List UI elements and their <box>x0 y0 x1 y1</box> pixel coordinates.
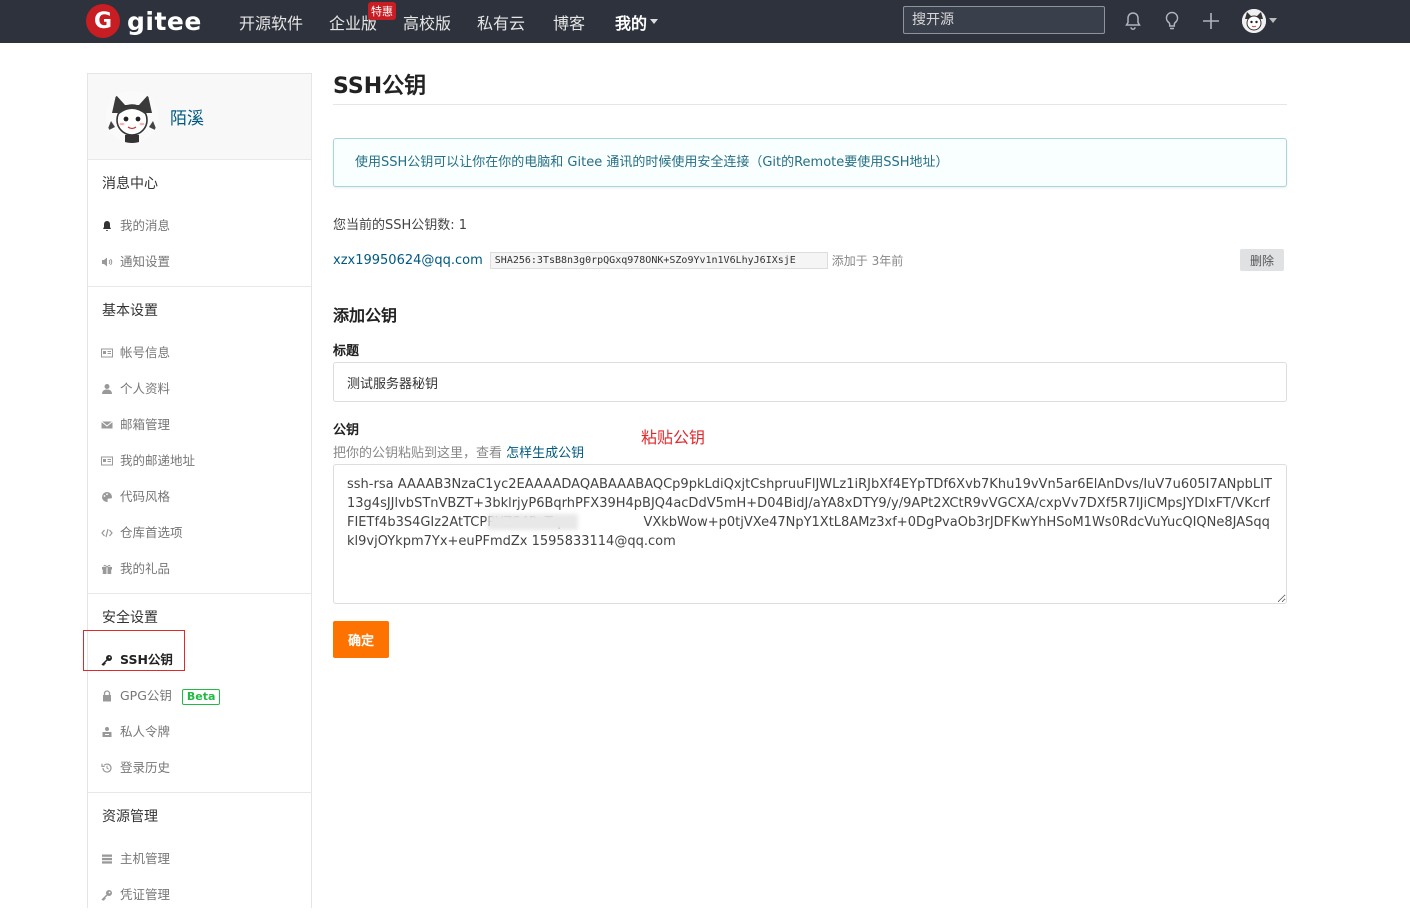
redacted-blur <box>488 514 578 530</box>
sidebar-item-label: 我的邮递地址 <box>120 453 196 468</box>
sidebar-item-gpg-keys[interactable]: GPG公钥 Beta <box>88 678 311 714</box>
sidebar-group-title: 基本设置 <box>102 303 158 319</box>
gift-icon <box>102 564 112 574</box>
sidebar-item-code-style[interactable]: 代码风格 <box>88 479 311 515</box>
sidebar-item-label: 我的消息 <box>120 218 171 233</box>
ssh-key-row: xzx19950624@qq.com SHA256:3TsB8n3g0rpQGx… <box>333 248 1287 272</box>
code-icon <box>101 528 113 538</box>
chevron-down-icon[interactable] <box>1269 18 1277 23</box>
plus-icon[interactable] <box>1200 10 1222 32</box>
profile-username[interactable]: 陌溪 <box>170 104 204 129</box>
search-input[interactable] <box>903 6 1105 34</box>
bell-icon <box>103 221 111 231</box>
nav-blog[interactable]: 博客 <box>553 0 585 43</box>
highlight-annotation-box <box>83 630 185 671</box>
submit-button[interactable]: 确定 <box>333 621 389 658</box>
sidebar-item-gifts[interactable]: 我的礼品 <box>88 551 311 587</box>
add-key-heading: 添加公钥 <box>333 306 398 325</box>
sidebar-item-label: 我的礼品 <box>120 561 171 576</box>
server-icon <box>102 854 112 864</box>
sidebar-item-email[interactable]: 邮箱管理 <box>88 407 311 443</box>
title-label: 标题 <box>333 344 360 359</box>
public-key-hint: 把你的公钥粘贴到这里，查看 怎样生成公钥 <box>333 442 584 461</box>
sidebar-group-messages: 消息中心 我的消息 通知设置 <box>88 160 311 287</box>
sidebar-item-label: 邮箱管理 <box>120 417 171 432</box>
logo-text: gitee <box>127 6 202 36</box>
paste-key-annotation: 粘贴公钥 <box>641 428 706 447</box>
history-icon <box>101 763 112 773</box>
logo-mark-icon: G <box>86 4 120 38</box>
lock-icon <box>103 690 111 702</box>
lightbulb-icon[interactable] <box>1161 10 1183 32</box>
sidebar-group-resources: 资源管理 主机管理 凭证管理 <box>88 793 311 919</box>
avatar-image <box>106 91 158 143</box>
ssh-key-title[interactable]: xzx19950624@qq.com <box>333 253 483 268</box>
bell-icon[interactable] <box>1122 10 1144 32</box>
sidebar-item-repo-preferences[interactable]: 仓库首选项 <box>88 515 311 551</box>
sidebar-item-label: 凭证管理 <box>120 887 171 902</box>
sidebar-item-label: 私人令牌 <box>120 724 171 739</box>
key-icon <box>101 890 112 901</box>
nav-private-cloud[interactable]: 私有云 <box>477 0 525 43</box>
public-key-textarea[interactable]: ssh-rsa AAAAB3NzaC1yc2EAAAADAQABAAABAQCp… <box>333 464 1287 604</box>
page-title: SSH公钥 <box>333 68 1287 105</box>
volume-icon <box>102 257 113 267</box>
top-navbar: G gitee 开源软件 企业版 特惠 高校版 私有云 博客 我的 <box>0 0 1410 43</box>
sidebar-item-profile[interactable]: 个人资料 <box>88 371 311 407</box>
settings-sidebar: 陌溪 消息中心 我的消息 通知设置 基本设置 帐号信息 个人资料 邮箱管理 我的… <box>87 73 312 908</box>
main-content: SSH公钥 使用SSH公钥可以让你在你的电脑和 Gitee 通讯的时候使用安全连… <box>333 68 1287 658</box>
sidebar-group-title: 资源管理 <box>102 809 158 825</box>
sidebar-item-host-management[interactable]: 主机管理 <box>88 841 311 877</box>
sidebar-item-label: 主机管理 <box>120 851 171 866</box>
palette-icon <box>102 492 112 502</box>
mail-icon <box>101 421 113 429</box>
sidebar-item-login-history[interactable]: 登录历史 <box>88 750 311 786</box>
sidebar-item-label: 代码风格 <box>120 489 171 504</box>
user-icon <box>102 384 112 394</box>
sidebar-item-label: GPG公钥 <box>120 688 172 703</box>
profile-card: 陌溪 <box>88 74 311 160</box>
nav-education[interactable]: 高校版 <box>403 0 451 43</box>
sidebar-item-label: 帐号信息 <box>120 345 171 360</box>
nav-mine-dropdown[interactable]: 我的 <box>615 0 659 43</box>
delete-key-button[interactable]: 删除 <box>1240 249 1284 271</box>
info-message: 使用SSH公钥可以让你在你的电脑和 Gitee 通讯的时候使用安全连接（Git的… <box>333 138 1287 187</box>
address-card-icon <box>101 456 113 466</box>
sidebar-item-my-messages[interactable]: 我的消息 <box>88 208 311 244</box>
id-card-icon <box>101 348 113 358</box>
sidebar-item-label: 个人资料 <box>120 381 171 396</box>
sidebar-group-security: 安全设置 SSH公钥 GPG公钥 Beta 私人令牌 登录历史 <box>88 594 311 793</box>
public-key-label: 公钥 <box>333 423 360 438</box>
sidebar-item-label: 通知设置 <box>120 254 171 269</box>
ssh-key-fingerprint: SHA256:3TsB8n3g0rpQGxq978ONK+SZo9Yv1n1V6… <box>489 251 828 269</box>
beta-badge: Beta <box>181 689 221 705</box>
promo-badge: 特惠 <box>368 2 396 20</box>
ssh-key-added-time: 添加于 3年前 <box>831 253 904 268</box>
ssh-key-count: 您当前的SSH公钥数: 1 <box>333 218 468 233</box>
nav-open-source[interactable]: 开源软件 <box>239 0 303 43</box>
chevron-down-icon <box>650 19 659 24</box>
nav-mine-label: 我的 <box>615 13 648 33</box>
sidebar-item-notification-settings[interactable]: 通知设置 <box>88 244 311 280</box>
sidebar-group-basic: 基本设置 帐号信息 个人资料 邮箱管理 我的邮递地址 代码风格 仓库首选项 我的… <box>88 287 311 594</box>
sidebar-item-private-tokens[interactable]: 私人令牌 <box>88 714 311 750</box>
hint-text: 把你的公钥粘贴到这里，查看 <box>333 446 507 461</box>
profile-avatar[interactable] <box>106 91 158 143</box>
sidebar-item-account[interactable]: 帐号信息 <box>88 335 311 371</box>
how-to-generate-key-link[interactable]: 怎样生成公钥 <box>506 446 584 461</box>
token-icon <box>102 727 112 737</box>
key-title-input[interactable] <box>333 362 1287 402</box>
avatar-image <box>1242 9 1266 33</box>
sidebar-item-label: 登录历史 <box>120 760 171 775</box>
sidebar-item-postal-address[interactable]: 我的邮递地址 <box>88 443 311 479</box>
gitee-logo[interactable]: G gitee <box>86 4 202 38</box>
sidebar-group-title: 消息中心 <box>102 176 158 192</box>
user-avatar[interactable] <box>1242 9 1266 33</box>
sidebar-item-label: 仓库首选项 <box>120 525 183 540</box>
